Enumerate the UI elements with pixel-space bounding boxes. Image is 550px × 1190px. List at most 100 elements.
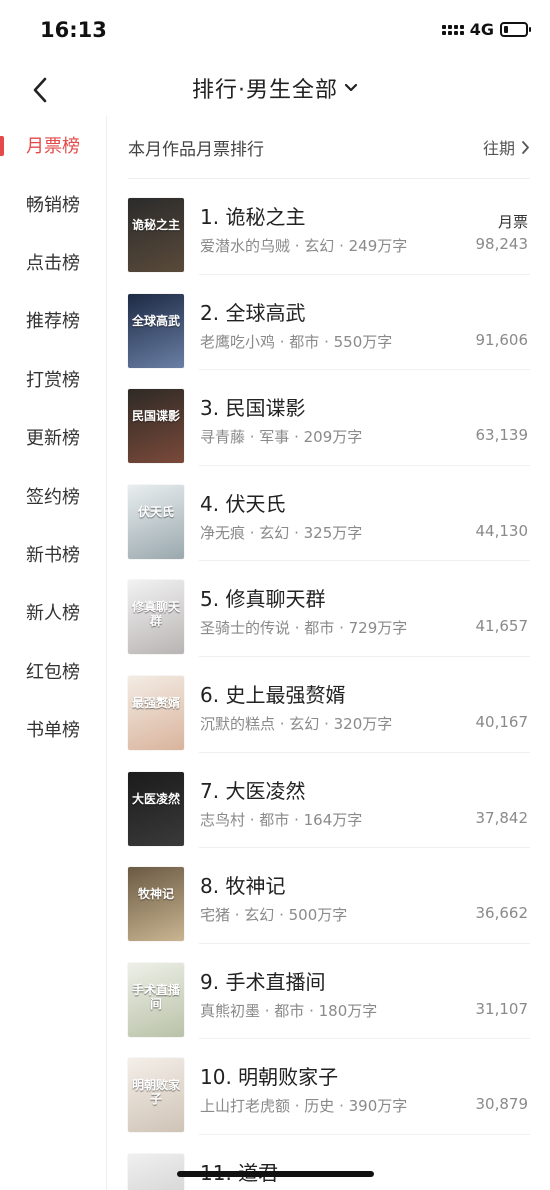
book-meta: 宅猪 · 玄幻 · 500万字 — [200, 906, 348, 925]
sidebar-item-3[interactable]: 推荐榜 — [0, 291, 106, 349]
vote-count: 41,657 — [475, 617, 529, 636]
ranking-list-panel: 本月作品月票排行 往期 诡秘之主 1. 诡秘之主爱潜水的乌贼 · 玄幻 · 249… — [107, 116, 550, 1190]
book-row[interactable]: 手术直播间 9. 手术直播间真熊初墨 · 都市 · 180万字 31,107 — [107, 944, 550, 1040]
sidebar-item-label: 红包榜 — [26, 661, 80, 683]
book-cover-image: 最强赘婿 — [128, 675, 184, 750]
book-cover-image: 修真聊天群 — [128, 580, 184, 655]
book-cover-text: 诡秘之主 — [131, 218, 180, 232]
book-cover-text: 明朝败家子 — [131, 1078, 180, 1107]
vote-count: 63,139 — [475, 426, 529, 445]
status-time: 16:13 — [40, 18, 107, 42]
book-cover-text: 全球高武 — [131, 313, 180, 328]
book-meta: 真熊初墨 · 都市 · 180万字 — [200, 1001, 378, 1020]
book-title: 3. 民国谍影 — [200, 396, 306, 421]
vote-count: 98,243 — [475, 235, 529, 253]
book-cover-image: 诡秘之主 — [128, 198, 184, 272]
book-meta: 净无痕 · 玄幻 · 325万字 — [200, 523, 363, 542]
vote-count: 40,167 — [475, 712, 529, 731]
book-meta: 上山打老虎额 · 历史 · 390万字 — [200, 1097, 408, 1116]
book-row[interactable]: 民国谍影 3. 民国谍影寻青藤 · 军事 · 209万字 63,139 — [107, 370, 550, 466]
book-cover-text: 伏天氏 — [137, 504, 174, 519]
book-meta: 寻青藤 · 军事 · 209万字 — [200, 428, 363, 447]
book-meta: 沉默的糕点 · 玄幻 · 320万字 — [200, 714, 393, 733]
vote-count: 31,107 — [475, 999, 529, 1018]
book-cover-text: 最强赘婿 — [131, 695, 180, 710]
book-ranking-list: 诡秘之主 1. 诡秘之主爱潜水的乌贼 · 玄幻 · 249万字 月票 98,243 全球… — [107, 179, 550, 1190]
list-header-title: 本月作品月票排行 — [128, 139, 264, 160]
home-indicator[interactable] — [177, 1171, 374, 1177]
book-title: 4. 伏天氏 — [200, 491, 286, 516]
book-title: 9. 手术直播间 — [200, 969, 326, 994]
book-cover-image: 牧神记 — [128, 867, 184, 942]
sidebar-item-label: 签约榜 — [26, 486, 80, 508]
list-header: 本月作品月票排行 往期 — [128, 116, 530, 179]
nav-bar: 排行·男生全部 — [0, 64, 550, 116]
book-cover-image: 全球高武 — [128, 293, 184, 368]
sidebar-item-0[interactable]: 月票榜 — [0, 116, 106, 174]
page-title: 排行·男生全部 — [192, 78, 338, 103]
book-title: 6. 史上最强赘婿 — [200, 682, 346, 707]
book-meta: 圣骑士的传说 · 都市 · 729万字 — [200, 619, 408, 638]
past-periods-link[interactable]: 往期 — [483, 135, 530, 159]
book-row[interactable]: 伏天氏 4. 伏天氏 净无痕 · 玄幻 · 325万字 44,130 — [107, 466, 550, 562]
sidebar-item-label: 推荐榜 — [26, 311, 80, 333]
book-cover-image: 大医凌然 — [128, 771, 184, 846]
vote-count: 30,879 — [475, 1095, 529, 1114]
sidebar-item-5[interactable]: 更新榜 — [0, 408, 106, 466]
book-row[interactable]: 11. 道君 — [107, 1135, 550, 1190]
monthly-ticket-label: 月票 — [497, 213, 528, 231]
sidebar-item-label: 点击榜 — [26, 252, 80, 274]
book-row[interactable]: 大医凌然 7. 大医凌然志鸟村 · 都市 · 164万字 37,842 — [107, 753, 550, 849]
book-cover-text: 民国谍影 — [131, 409, 180, 424]
sidebar-item-2[interactable]: 点击榜 — [0, 233, 106, 291]
book-meta: 老鹰吃小鸡 · 都市 · 550万字 — [200, 332, 393, 351]
book-cover-text: 手术直播间 — [131, 982, 180, 1011]
book-cover-text: 牧神记 — [137, 887, 174, 902]
signal-icon — [441, 24, 464, 35]
book-cover-text: 修真聊天群 — [131, 600, 180, 629]
book-row[interactable]: 最强赘婿 6. 史上最强赘婿沉默的糕点 · 玄幻 · 320万字 40,167 — [107, 657, 550, 753]
book-cover-image: 手术直播间 — [128, 962, 184, 1037]
sidebar-item-label: 更新榜 — [26, 428, 80, 450]
book-row[interactable]: 全球高武 2. 全球高武老鹰吃小鸡 · 都市 · 550万字 91,606 — [107, 275, 550, 371]
sidebar-item-7[interactable]: 新书榜 — [0, 525, 106, 583]
chevron-down-icon — [344, 83, 358, 92]
book-title: 1. 诡秘之主 — [200, 205, 306, 229]
sidebar-item-8[interactable]: 新人榜 — [0, 583, 106, 641]
book-title: 2. 全球高武 — [200, 300, 306, 325]
book-row[interactable]: 明朝败家子 10. 明朝败家子上山打老虎额 · 历史 · 390万字 30,879 — [107, 1039, 550, 1135]
book-meta: 爱潜水的乌贼 · 玄幻 · 249万字 — [200, 237, 408, 255]
vote-count: 91,606 — [475, 330, 529, 349]
book-row[interactable]: 诡秘之主 1. 诡秘之主爱潜水的乌贼 · 玄幻 · 249万字 月票 98,243 — [107, 179, 550, 275]
book-meta: 志鸟村 · 都市 · 164万字 — [200, 810, 363, 829]
book-row[interactable]: 牧神记 8. 牧神记 宅猪 · 玄幻 · 500万字 36,662 — [107, 848, 550, 944]
status-indicators: 4G — [441, 20, 531, 39]
sidebar-item-label: 打赏榜 — [26, 369, 80, 391]
battery-icon — [500, 22, 531, 37]
sidebar-item-6[interactable]: 签约榜 — [0, 466, 106, 524]
past-periods-label: 往期 — [482, 139, 515, 158]
sidebar-item-10[interactable]: 书单榜 — [0, 700, 106, 758]
vote-count: 36,662 — [475, 904, 529, 923]
status-bar: 16:13 4G — [0, 0, 550, 64]
sidebar-item-label: 新人榜 — [26, 603, 80, 625]
chevron-right-icon — [522, 140, 529, 154]
book-cover-image — [128, 1153, 184, 1190]
sidebar-item-9[interactable]: 红包榜 — [0, 642, 106, 700]
book-row[interactable]: 修真聊天群 5. 修真聊天群圣骑士的传说 · 都市 · 729万字 41,657 — [107, 561, 550, 657]
sidebar-item-label: 月票榜 — [26, 136, 80, 158]
ranking-sidebar: 月票榜畅销榜点击榜推荐榜打赏榜更新榜签约榜新书榜新人榜红包榜书单榜 — [0, 116, 107, 1190]
book-cover-image: 民国谍影 — [128, 389, 184, 464]
sidebar-item-4[interactable]: 打赏榜 — [0, 350, 106, 408]
book-title: 5. 修真聊天群 — [200, 587, 326, 612]
book-title: 10. 明朝败家子 — [200, 1065, 339, 1090]
book-cover-image: 伏天氏 — [128, 484, 184, 559]
ranking-category-selector[interactable]: 排行·男生全部 — [0, 72, 550, 104]
sidebar-item-1[interactable]: 畅销榜 — [0, 174, 106, 232]
book-cover-image: 明朝败家子 — [128, 1058, 184, 1133]
sidebar-item-label: 书单榜 — [26, 720, 80, 742]
book-title: 7. 大医凌然 — [200, 778, 306, 803]
vote-count: 37,842 — [475, 808, 529, 827]
sidebar-item-label: 畅销榜 — [26, 194, 80, 216]
book-cover-text: 大医凌然 — [131, 791, 180, 806]
